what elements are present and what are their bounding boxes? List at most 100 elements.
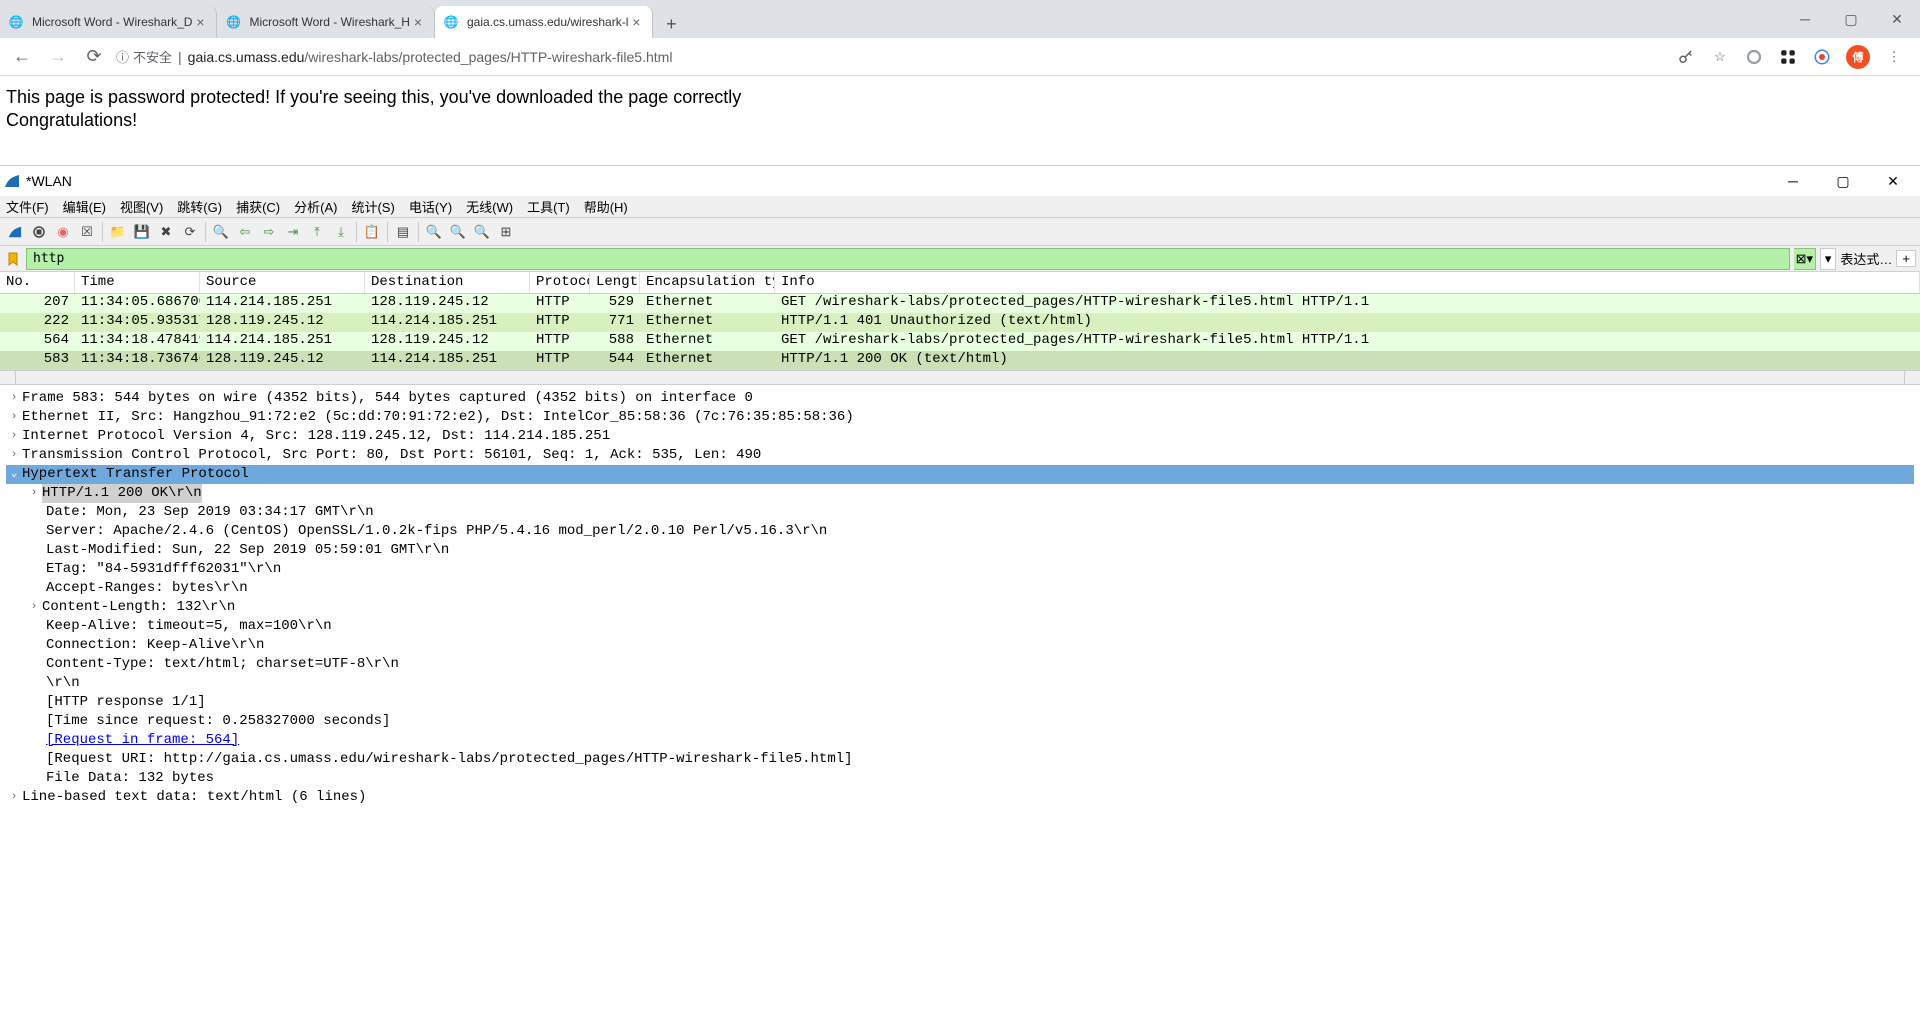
menu-goto[interactable]: 跳转(G): [177, 197, 222, 216]
close-window-button[interactable]: ✕: [1874, 0, 1920, 38]
detail-keepalive[interactable]: Keep-Alive: timeout=5, max=100\r\n: [46, 617, 332, 636]
col-length[interactable]: Length: [590, 272, 640, 293]
detail-ethernet[interactable]: Ethernet II, Src: Hangzhou_91:72:e2 (5c:…: [22, 408, 854, 427]
forward-button[interactable]: →: [44, 43, 72, 71]
detail-content-length[interactable]: Content-Length: 132\r\n: [42, 598, 235, 617]
ws-maximize-button[interactable]: ▢: [1820, 166, 1866, 196]
detail-lastmod[interactable]: Last-Modified: Sun, 22 Sep 2019 05:59:01…: [46, 541, 449, 560]
col-source[interactable]: Source: [200, 272, 365, 293]
menu-file[interactable]: 文件(F): [6, 197, 49, 216]
detail-file-data[interactable]: File Data: 132 bytes: [46, 769, 214, 788]
packet-row[interactable]: 20711:34:05.686700114.214.185.251128.119…: [0, 294, 1920, 313]
packet-row[interactable]: 58311:34:18.736746128.119.245.12114.214.…: [0, 351, 1920, 370]
filter-clear-button[interactable]: ⊠▾: [1794, 248, 1816, 270]
maximize-button[interactable]: ▢: [1828, 0, 1874, 38]
filter-bookmark-icon[interactable]: [4, 250, 22, 268]
restart-capture-icon[interactable]: ◉: [52, 221, 74, 243]
detail-frame[interactable]: Frame 583: 544 bytes on wire (4352 bits)…: [22, 389, 753, 408]
filter-add-button[interactable]: +: [1896, 250, 1916, 267]
go-last-icon[interactable]: ⤓: [330, 221, 352, 243]
stop-capture-icon[interactable]: [28, 221, 50, 243]
detail-time-since[interactable]: [Time since request: 0.258327000 seconds…: [46, 712, 390, 731]
detail-response[interactable]: [HTTP response 1/1]: [46, 693, 206, 712]
go-back-icon[interactable]: ⇦: [234, 221, 256, 243]
detail-line-based[interactable]: Line-based text data: text/html (6 lines…: [22, 788, 366, 807]
start-capture-icon[interactable]: [4, 221, 26, 243]
menu-view[interactable]: 视图(V): [120, 197, 163, 216]
stack-icon[interactable]: [1812, 47, 1832, 67]
go-forward-icon[interactable]: ⇨: [258, 221, 280, 243]
collapse-icon[interactable]: ⌄: [6, 465, 22, 484]
detail-request-uri[interactable]: [Request URI: http://gaia.cs.umass.edu/w…: [46, 750, 853, 769]
back-button[interactable]: ←: [8, 43, 36, 71]
menu-analyze[interactable]: 分析(A): [294, 197, 337, 216]
detail-accept[interactable]: Accept-Ranges: bytes\r\n: [46, 579, 248, 598]
reload-icon[interactable]: ⟳: [179, 221, 201, 243]
col-info[interactable]: Info: [775, 272, 1920, 293]
insecure-indicator[interactable]: ⓘ 不安全: [116, 47, 172, 66]
ws-close-button[interactable]: ✕: [1870, 166, 1916, 196]
packet-row[interactable]: 22211:34:05.935317128.119.245.12114.214.…: [0, 313, 1920, 332]
menu-capture[interactable]: 捕获(C): [236, 197, 280, 216]
close-icon[interactable]: ×: [628, 14, 644, 30]
menu-icon[interactable]: ⋮: [1884, 47, 1904, 67]
packet-list-scrollbar[interactable]: [0, 370, 1920, 384]
col-encap[interactable]: Encapsulation type: [640, 272, 775, 293]
detail-connection[interactable]: Connection: Keep-Alive\r\n: [46, 636, 264, 655]
zoom-reset-icon[interactable]: 🔍: [471, 221, 493, 243]
ws-title-bar[interactable]: *WLAN ─ ▢ ✕: [0, 166, 1920, 196]
packet-details[interactable]: ›Frame 583: 544 bytes on wire (4352 bits…: [0, 384, 1920, 827]
minimize-button[interactable]: ─: [1782, 0, 1828, 38]
expand-icon[interactable]: ›: [26, 484, 42, 503]
expand-icon[interactable]: ›: [26, 598, 42, 617]
close-icon[interactable]: ×: [192, 14, 208, 30]
menu-help[interactable]: 帮助(H): [584, 197, 628, 216]
close-file-icon[interactable]: ✖: [155, 221, 177, 243]
tab-gaia[interactable]: 🌐 gaia.cs.umass.edu/wireshark-l ×: [435, 6, 653, 38]
scroll-left-icon[interactable]: [0, 371, 16, 384]
ws-minimize-button[interactable]: ─: [1770, 166, 1816, 196]
detail-ip[interactable]: Internet Protocol Version 4, Src: 128.11…: [22, 427, 610, 446]
detail-server[interactable]: Server: Apache/2.4.6 (CentOS) OpenSSL/1.…: [46, 522, 827, 541]
colorize-icon[interactable]: ▤: [392, 221, 414, 243]
detail-etag[interactable]: ETag: "84-5931dfff62031"\r\n: [46, 560, 281, 579]
detail-date[interactable]: Date: Mon, 23 Sep 2019 03:34:17 GMT\r\n: [46, 503, 374, 522]
auto-scroll-icon[interactable]: 📋: [361, 221, 383, 243]
expand-icon[interactable]: ›: [6, 389, 22, 408]
detail-request-frame-link[interactable]: [Request in frame: 564]: [46, 731, 239, 750]
detail-content-type[interactable]: Content-Type: text/html; charset=UTF-8\r…: [46, 655, 399, 674]
grid-icon[interactable]: [1778, 47, 1798, 67]
col-protocol[interactable]: Protocol: [530, 272, 590, 293]
detail-status[interactable]: HTTP/1.1 200 OK\r\n: [42, 484, 202, 503]
key-icon[interactable]: [1676, 47, 1696, 67]
zoom-out-icon[interactable]: 🔍: [447, 221, 469, 243]
col-no[interactable]: No.: [0, 272, 75, 293]
menu-wireless[interactable]: 无线(W): [466, 197, 513, 216]
detail-crlf[interactable]: \r\n: [46, 674, 80, 693]
filter-dropdown-icon[interactable]: ▾: [1820, 248, 1837, 270]
go-first-icon[interactable]: ⤒: [306, 221, 328, 243]
expand-icon[interactable]: ›: [6, 788, 22, 807]
close-icon[interactable]: ×: [410, 14, 426, 30]
circle-icon[interactable]: [1744, 47, 1764, 67]
detail-tcp[interactable]: Transmission Control Protocol, Src Port:…: [22, 446, 761, 465]
star-icon[interactable]: ☆: [1710, 47, 1730, 67]
resize-cols-icon[interactable]: ⊞: [495, 221, 517, 243]
capture-options-icon[interactable]: ☒: [76, 221, 98, 243]
detail-http[interactable]: Hypertext Transfer Protocol: [22, 465, 249, 484]
display-filter-input[interactable]: [26, 248, 1790, 270]
expand-icon[interactable]: ›: [6, 408, 22, 427]
menu-telephony[interactable]: 电话(Y): [409, 197, 452, 216]
scroll-right-icon[interactable]: [1904, 371, 1920, 384]
menu-edit[interactable]: 编辑(E): [63, 197, 106, 216]
col-time[interactable]: Time: [75, 272, 200, 293]
tab-word-h[interactable]: 🌐 Microsoft Word - Wireshark_H ×: [217, 6, 434, 38]
packet-list-header[interactable]: No. Time Source Destination Protocol Len…: [0, 272, 1920, 294]
open-icon[interactable]: 📁: [107, 221, 129, 243]
expand-icon[interactable]: ›: [6, 446, 22, 465]
zoom-in-icon[interactable]: 🔍: [423, 221, 445, 243]
menu-tools[interactable]: 工具(T): [527, 197, 570, 216]
menu-stats[interactable]: 统计(S): [351, 197, 394, 216]
expand-icon[interactable]: ›: [6, 427, 22, 446]
filter-expression-button[interactable]: 表达式…: [1840, 249, 1892, 268]
